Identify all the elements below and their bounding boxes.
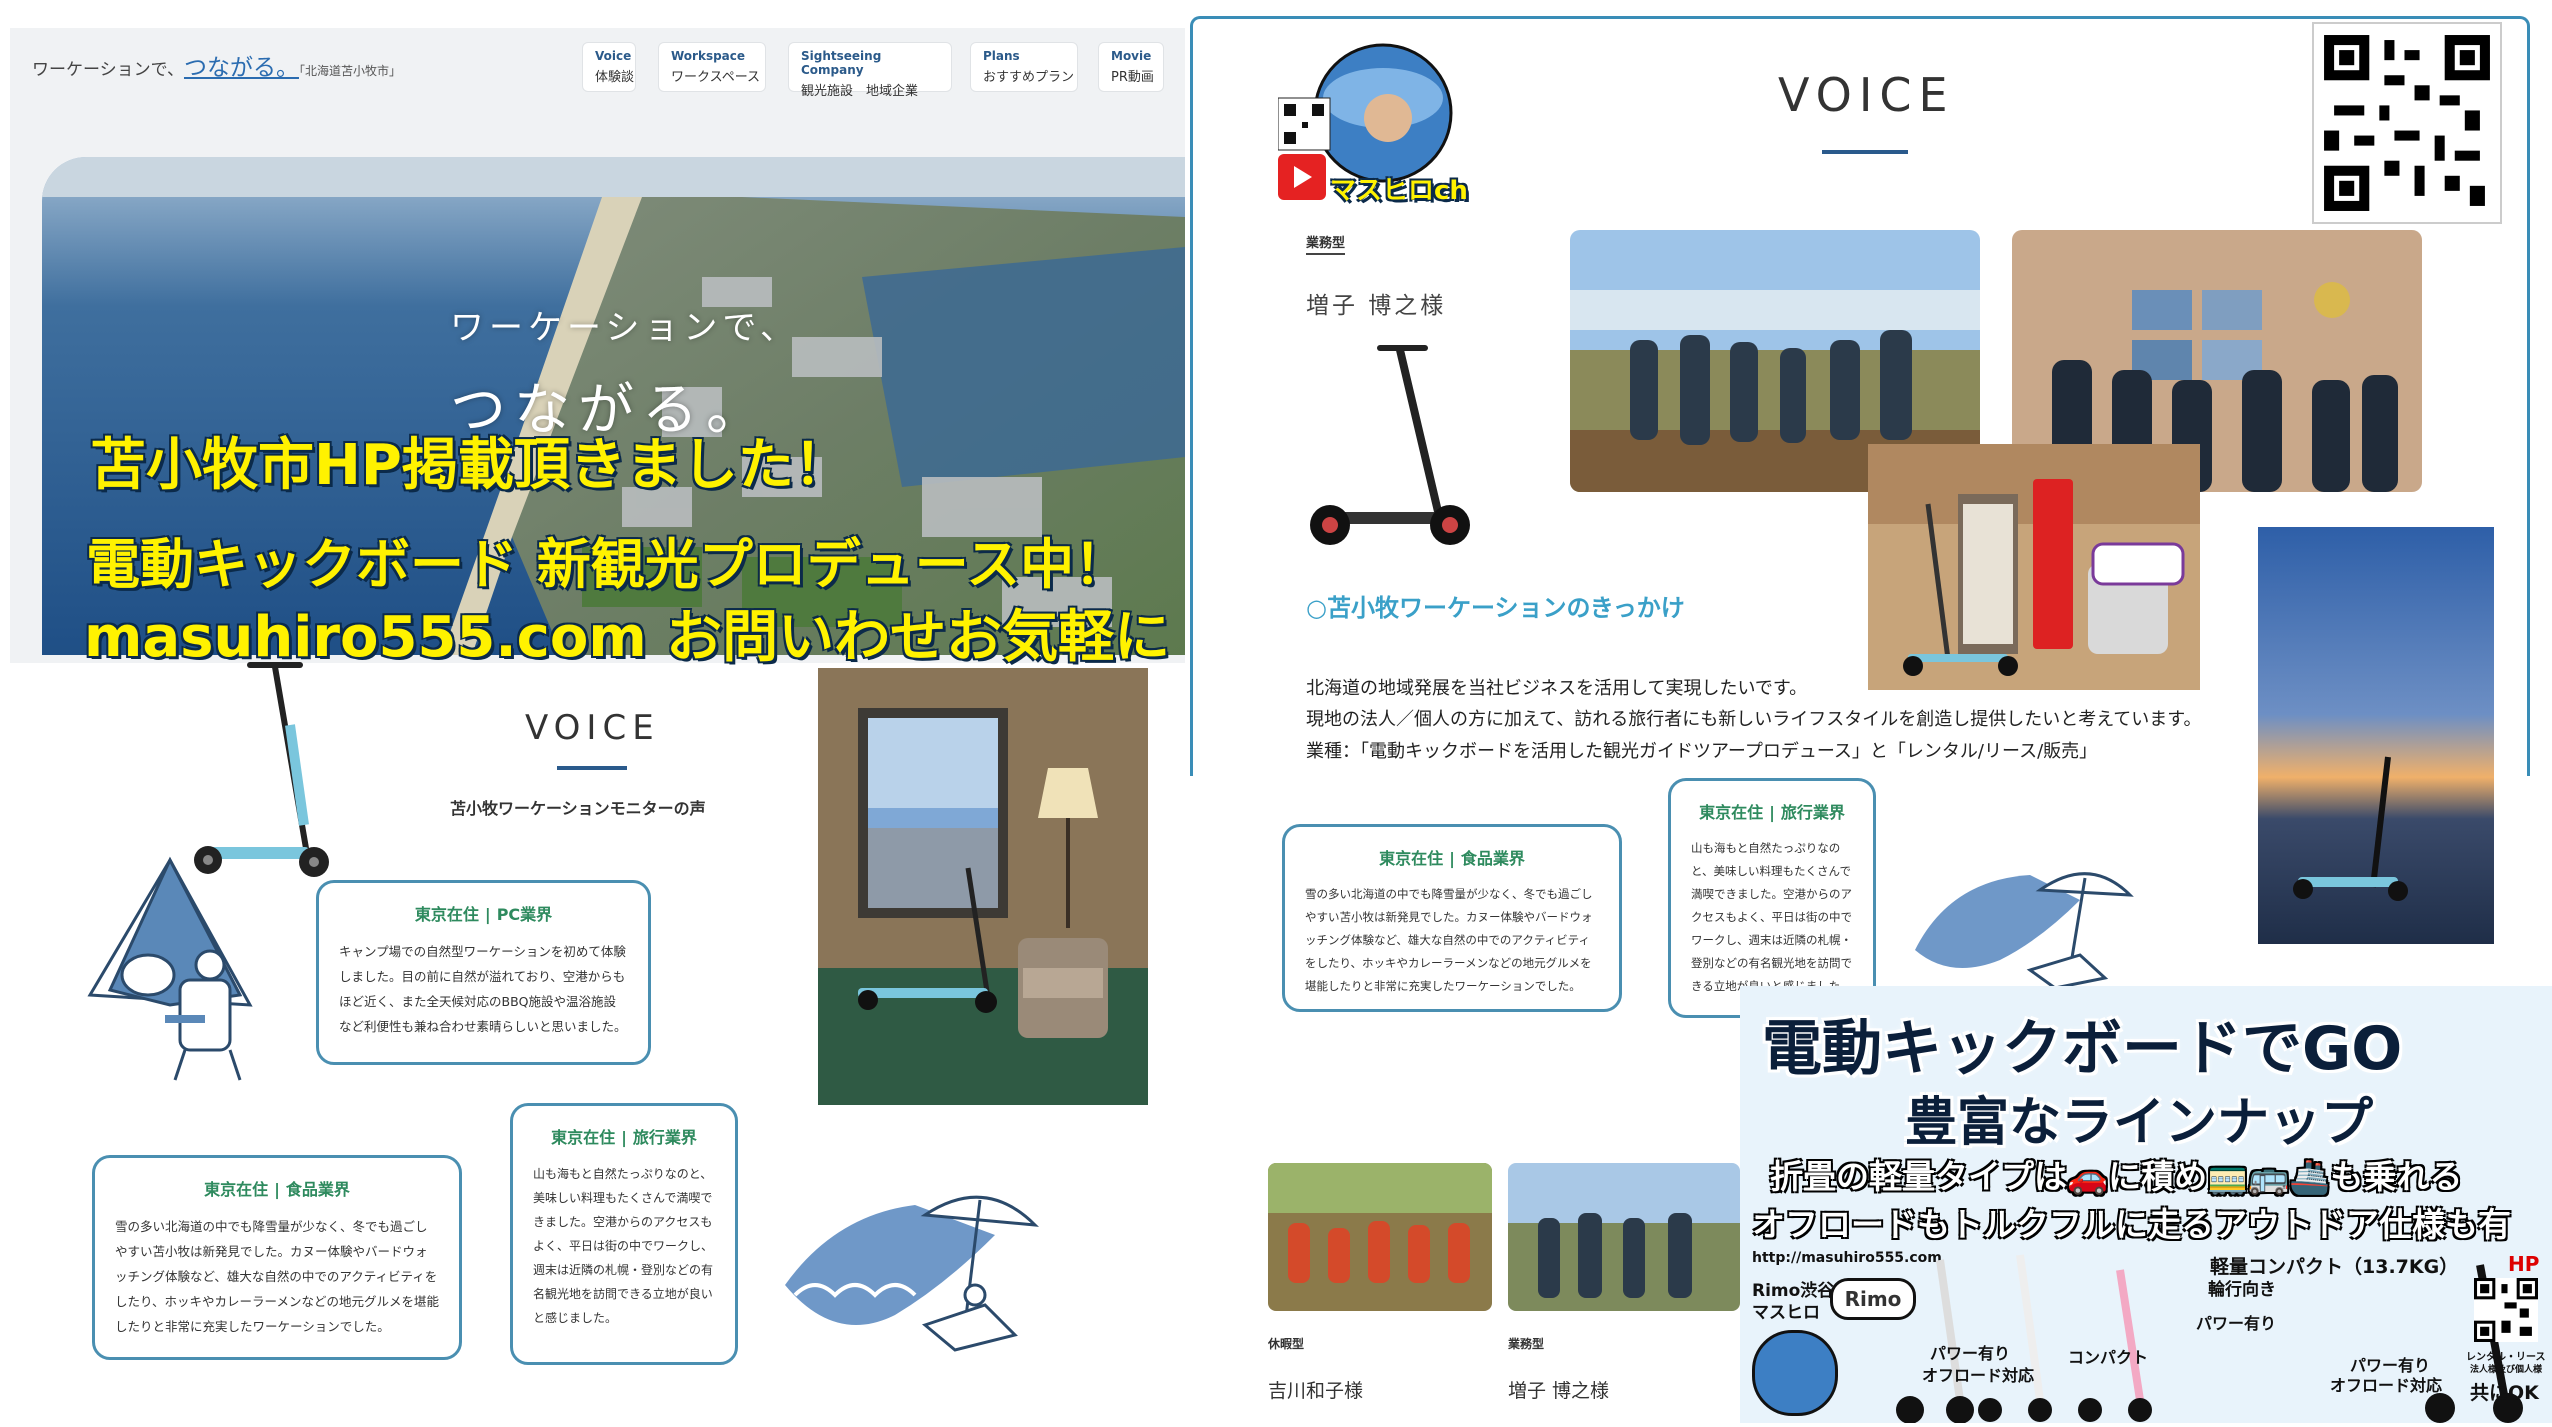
nav-sightseeing-ja: 観光施設 地域企業	[801, 84, 919, 99]
promo-rental-label: レンタル・リース	[2466, 1352, 2546, 1363]
nav-voice-ja: 体験談	[595, 70, 635, 85]
nav-plans-ja: おすすめプラン	[983, 70, 1075, 85]
hero-title-line1: ワーケーションで、	[450, 308, 799, 348]
reason-line3: 業種：「電動キックボードを活用した観光ガイドツアープロデュース」と「レンタル/リ…	[1306, 741, 2098, 762]
card-industry: PC業界	[496, 905, 553, 924]
promo-title1: 電動キックボードでGO	[1762, 1014, 2403, 1084]
qr-code-top[interactable]	[2312, 22, 2502, 224]
workcation-reason-heading: ○苫小牧ワーケーションのきっかけ	[1306, 594, 1685, 622]
nav-movie-ja: PR動画	[1111, 70, 1154, 85]
voice-card-food-right-head: 東京在住 | 食品業界	[1379, 849, 1525, 868]
voice-card-pc: 東京在住 | PC業界 キャンプ場での自然型ワーケーションを初めて体験しました。目の…	[316, 880, 651, 1065]
card-industry: 食品業界	[1460, 849, 1525, 868]
voice-card-food-right: 東京在住 | 食品業界 雪の多い北海道の中でも降雪量が少なく、冬でも過ごしやすい苫小…	[1282, 824, 1622, 1012]
qr-code-promo[interactable]	[2474, 1278, 2538, 1342]
voice-card-food-left-head: 東京在住 | 食品業界	[204, 1180, 350, 1199]
card-text: 山も海もと自然たっぷりなのと、美味しい料理もたくさんで満喫できました。空港からの…	[533, 1167, 714, 1325]
promo-rental-label2: 法人様及び個人様	[2470, 1365, 2543, 1375]
card-place: 東京在住	[1379, 849, 1444, 868]
site-tagline: ワーケーションで、つながる。「北海道苫小牧市」	[32, 48, 401, 82]
card-text: キャンプ場での自然型ワーケーションを初めて体験しました。目の前に自然が溢れており…	[339, 944, 627, 1034]
nav-movie[interactable]: Movie PR動画	[1098, 42, 1164, 92]
left-voice-title: VOICE	[525, 708, 660, 748]
hotel-room-photo	[818, 668, 1148, 1105]
beach-umbrella-illustration-right	[1910, 860, 2170, 990]
card-text: 山も海もと自然たっぷりなのと、美味しい料理もたくさんで満喫できました。空港からの…	[1691, 841, 1852, 993]
nav-movie-en: Movie	[1111, 49, 1152, 63]
overlay-line1: 苫小牧市HP掲載頂きました！	[90, 433, 850, 498]
nav-workspace-en: Workspace	[671, 49, 746, 63]
left-voice-subtitle: 苫小牧ワーケーションモニターの声	[450, 799, 706, 818]
promo-brand2: マスヒロ	[1752, 1303, 1820, 1323]
promo-line2: オフロードもトルクフルに走るアウトドア仕様も有	[1752, 1205, 2511, 1244]
card-place: 東京在住	[204, 1180, 269, 1199]
right-voice-underline	[1822, 150, 1908, 154]
photo-kickboard-lobby	[1868, 444, 2200, 690]
promo-label-compact1: コンパクト	[2068, 1348, 2149, 1367]
card-industry: 旅行業界	[1780, 803, 1845, 822]
promo-title2: 豊富なラインナップ	[1905, 1093, 2374, 1153]
card-industry: 旅行業界	[632, 1128, 697, 1147]
nav-voice[interactable]: Voice 体験談	[582, 42, 636, 92]
nav-sightseeing-en: Sightseeing Company	[801, 49, 882, 77]
kickboard-photo-left	[180, 655, 340, 885]
card-text: 雪の多い北海道の中でも降雪量が少なく、冬でも過ごしやすい苫小牧は新発見でした。カ…	[1305, 887, 1593, 993]
tagline-prefix: ワーケーションで、	[32, 60, 184, 80]
bottom-voice2-type: 業務型	[1508, 1337, 1545, 1351]
nav-plans[interactable]: Plans おすすめプラン	[970, 42, 1078, 92]
promo-line1: 折畳の軽量タイプは🚗に積め🚃🚌🚢も乗れる	[1770, 1157, 2463, 1196]
voice-type-label: 業務型	[1306, 232, 1346, 255]
tent-workcation-illustration	[70, 855, 270, 1085]
promo-label-power1: パワー有り	[1930, 1344, 2011, 1363]
channel-avatar-small	[1752, 1330, 1838, 1416]
voice-card-food-left: 東京在住 | 食品業界 雪の多い北海道の中でも降雪量が少なく、冬でも過ごしやすい苫小…	[92, 1155, 462, 1360]
voice-card-pc-head: 東京在住 | PC業界	[414, 905, 553, 924]
tagline-link[interactable]: つながる。	[184, 55, 299, 81]
right-voice-title: VOICE	[1778, 68, 1955, 122]
photo-observation-deck	[1508, 1163, 1740, 1311]
nav-voice-en: Voice	[595, 49, 632, 63]
beach-umbrella-illustration	[775, 1175, 1105, 1365]
overlay-line2: 電動キックボード 新観光プロデュース中！	[86, 533, 1129, 596]
promo-label-offroad1: オフロード対応	[1922, 1366, 2035, 1385]
reason-line1: 北海道の地域発展を当社ビジネスを活用して実現したいです。	[1306, 678, 1808, 699]
promo-label-power2: パワー有り	[2196, 1314, 2277, 1333]
promo-label-rinko: 輪行向き	[2208, 1280, 2276, 1300]
bottom-voice1-name: 吉川和子様	[1268, 1380, 1364, 1402]
nav-plans-en: Plans	[983, 49, 1020, 63]
promo-hp-label: HP	[2508, 1252, 2540, 1276]
promo-label-offroad2: オフロード対応	[2330, 1376, 2443, 1395]
card-text: 雪の多い北海道の中でも降雪量が少なく、冬でも過ごしやすい苫小牧は新発見でした。カ…	[115, 1219, 440, 1334]
card-place: 東京在住	[551, 1128, 616, 1147]
voice-person-name: 増子 博之様	[1306, 293, 1447, 319]
nav-workspace[interactable]: Workspace ワークスペース	[658, 42, 766, 92]
photo-canoe-group	[1268, 1163, 1492, 1311]
voice-card-travel-right: 東京在住 | 旅行業界 山も海もと自然たっぷりなのと、美味しい料理もたくさんで満喫で…	[1668, 778, 1876, 1018]
card-industry: 食品業界	[285, 1180, 350, 1199]
voice-card-travel-left: 東京在住 | 旅行業界 山も海もと自然たっぷりなのと、美味しい料理もたくさんで満喫で…	[510, 1103, 738, 1365]
promo-ok-label: 共にOK	[2470, 1382, 2539, 1404]
card-place: 東京在住	[1699, 803, 1764, 822]
promo-scooter-lineup	[1880, 1250, 2180, 1424]
voice-card-travel-right-head: 東京在住 | 旅行業界	[1699, 803, 1845, 822]
card-place: 東京在住	[414, 905, 479, 924]
nav-workspace-ja: ワークスペース	[671, 70, 761, 85]
bottom-voice2-name: 増子 博之様	[1508, 1380, 1610, 1402]
tagline-region: 「北海道苫小牧市」	[298, 64, 401, 78]
voice-card-travel-left-head: 東京在住 | 旅行業界	[551, 1128, 697, 1147]
nav-sightseeing[interactable]: Sightseeing Company 観光施設 地域企業	[788, 42, 952, 99]
channel-name: マスヒロch	[1330, 176, 1468, 206]
photo-sunset-harbor	[2258, 527, 2494, 944]
reason-line2: 現地の法人／個人の方に加えて、訪れる旅行者にも新しいライフスタイルを創造し提供し…	[1306, 709, 2202, 730]
kickboard-photo-right	[1290, 340, 1490, 550]
left-voice-underline	[557, 766, 627, 770]
bottom-voice1-type: 休暇型	[1268, 1337, 1305, 1351]
